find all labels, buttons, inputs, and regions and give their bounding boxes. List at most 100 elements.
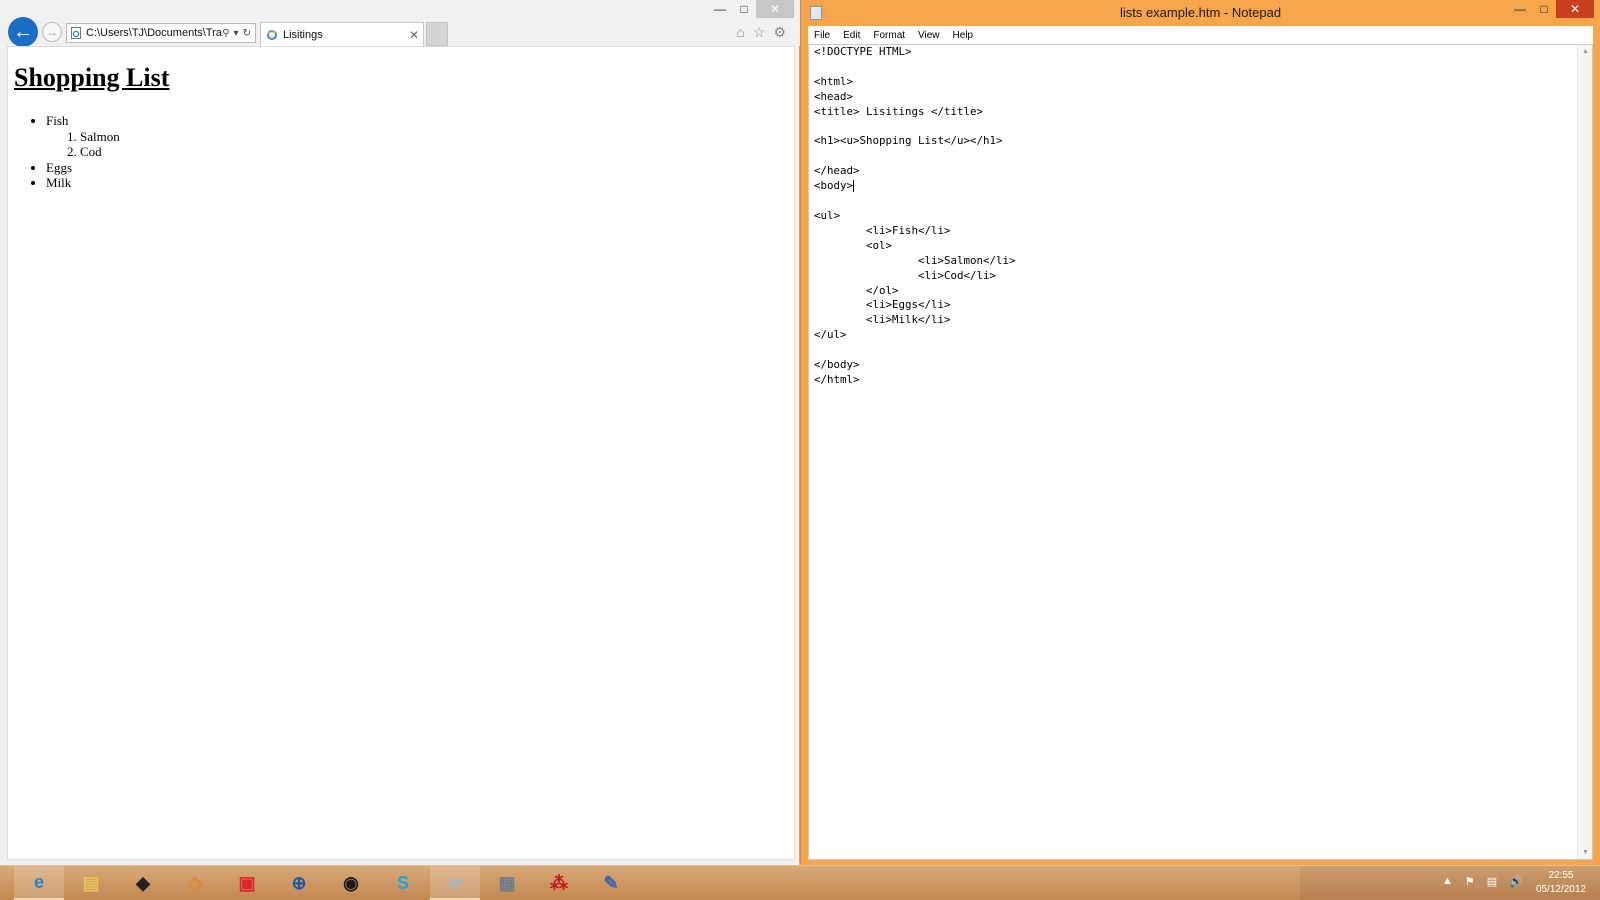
menu-help[interactable]: Help	[947, 30, 981, 41]
close-button[interactable]: ✕	[756, 0, 794, 18]
tab-lisitings[interactable]: Lisitings ✕	[260, 22, 424, 46]
home-icon[interactable]: ⌂	[736, 24, 744, 41]
refresh-icon[interactable]: ↻	[243, 28, 251, 39]
list-item: Milk	[46, 175, 120, 191]
unity-icon: ◆	[136, 872, 150, 893]
code-line: </ul>	[814, 328, 847, 342]
notepad-text-area[interactable]: <!DOCTYPE HTML> <html> <head> <title> Li…	[808, 44, 1593, 860]
code-line: </body>	[814, 358, 860, 372]
taskbar-app-button[interactable]: ▱	[430, 866, 480, 900]
gear-icon[interactable]: ⚙	[773, 24, 786, 41]
network-app-icon: ⊕	[291, 872, 307, 893]
system-tray: ▲ ⚑ ▤ 🔊 22:55 05/12/2012	[1300, 866, 1600, 900]
clock[interactable]: 22:55 05/12/2012	[1536, 869, 1586, 897]
forward-arrow-icon: →	[46, 25, 58, 39]
address-bar[interactable]: C:\Users\TJ\Documents\Tra ⚲ ▾ ↻	[66, 23, 256, 43]
taskbar-app-button[interactable]: ▤	[66, 866, 116, 900]
notepad-window: lists example.htm - Notepad — □ ✕ File E…	[801, 0, 1600, 865]
close-tab-icon[interactable]: ✕	[405, 28, 423, 42]
tray-icons: ▲ ⚑ ▤ 🔊	[1442, 875, 1523, 888]
menu-file[interactable]: File	[808, 30, 837, 41]
browser-window: ← → C:\Users\TJ\Documents\Tra ⚲ ▾ ↻ Lisi…	[0, 0, 800, 865]
notepad-menubar: File Edit Format View Help	[808, 26, 1593, 44]
paint-icon: ✎	[603, 872, 619, 893]
search-icon[interactable]: ⚲	[222, 28, 229, 39]
tab-label: Lisitings	[283, 28, 323, 41]
taskbar-apps: e ▤ ◆ ◇ ▣ ⊕ ◉ S ▱ ▦ ⁂ ✎	[14, 866, 638, 900]
notepad-source-text[interactable]: <!DOCTYPE HTML> <html> <head> <title> Li…	[814, 45, 1016, 388]
notepad-window-controls: — □ ✕	[1508, 0, 1594, 18]
taskbar-app-button[interactable]: ⊕	[274, 866, 324, 900]
browser-toolbar: ← → C:\Users\TJ\Documents\Tra ⚲ ▾ ↻ Lisi…	[0, 0, 800, 47]
code-line: <head>	[814, 89, 854, 103]
browser-tools: ⌂ ☆ ⚙	[736, 24, 786, 41]
shopping-list: Fish Salmon Cod Eggs Milk	[14, 113, 120, 191]
internet-explorer-icon: e	[33, 871, 44, 892]
code-line: <li>Eggs</li>	[814, 298, 951, 312]
maximize-button[interactable]: □	[1532, 0, 1556, 18]
nested-ordered-list: Salmon Cod	[46, 129, 120, 160]
minimize-button[interactable]: —	[1508, 0, 1532, 18]
taskbar-app-button[interactable]: ⁂	[534, 866, 584, 900]
code-line: <li>Fish</li>	[814, 223, 951, 237]
menu-view[interactable]: View	[912, 30, 947, 41]
calculator-icon: ▦	[498, 872, 516, 893]
browser-page-content: Shopping List Fish Salmon Cod Eggs Milk	[7, 46, 795, 860]
code-line: </head>	[814, 164, 860, 178]
clock-date: 05/12/2012	[1535, 884, 1586, 895]
scroll-down-icon[interactable]: ▼	[1578, 849, 1593, 856]
back-button[interactable]: ←	[8, 17, 38, 47]
list-item: Eggs	[46, 160, 120, 176]
list-item: Salmon	[80, 129, 120, 145]
favorites-star-icon[interactable]: ☆	[753, 24, 766, 41]
file-explorer-icon: ▤	[82, 872, 100, 893]
notepad-title: lists example.htm - Notepad	[1119, 5, 1282, 20]
adobe-reader-icon: ⁂	[550, 872, 568, 893]
blender-like-icon: ◇	[188, 872, 202, 893]
taskbar-app-button[interactable]: ◇	[170, 866, 220, 900]
scroll-up-icon[interactable]: ▲	[1578, 48, 1593, 55]
code-line: <html>	[814, 74, 854, 88]
taskbar-app-button[interactable]: ◆	[118, 866, 168, 900]
dropdown-icon[interactable]: ▾	[234, 28, 239, 39]
code-line: <li>Milk</li>	[814, 313, 951, 327]
taskbar-app-button[interactable]: e	[14, 866, 64, 900]
code-line: <body>	[814, 179, 854, 193]
sketchup-icon: ▣	[238, 872, 256, 893]
text-caret	[853, 180, 855, 193]
show-hidden-icons-icon[interactable]: ▲	[1442, 875, 1453, 888]
code-line: <!DOCTYPE HTML>	[814, 45, 912, 58]
notepad-titlebar[interactable]: lists example.htm - Notepad — □ ✕	[801, 0, 1600, 26]
clock-time: 22:55	[1548, 870, 1574, 881]
ie-page-icon	[266, 29, 278, 40]
notepad-icon: ▱	[448, 871, 462, 892]
volume-icon[interactable]: 🔊	[1509, 875, 1523, 888]
minimize-button[interactable]: —	[708, 0, 732, 18]
list-item: Cod	[80, 144, 120, 160]
network-icon[interactable]: ▤	[1487, 875, 1497, 888]
vertical-scrollbar[interactable]: ▲ ▼	[1577, 45, 1592, 859]
taskbar-app-button[interactable]: ✎	[586, 866, 636, 900]
close-button[interactable]: ✕	[1556, 0, 1594, 18]
list-item: Fish	[46, 113, 120, 129]
taskbar-app-button[interactable]: ▦	[482, 866, 532, 900]
taskbar-app-button[interactable]: ▣	[222, 866, 272, 900]
taskbar-app-button[interactable]: S	[378, 866, 428, 900]
back-arrow-icon: ←	[13, 20, 33, 43]
menu-edit[interactable]: Edit	[837, 30, 867, 41]
maximize-button[interactable]: □	[732, 0, 756, 18]
forward-button[interactable]: →	[42, 22, 62, 42]
page-heading: Shopping List	[14, 63, 170, 92]
taskbar: e ▤ ◆ ◇ ▣ ⊕ ◉ S ▱ ▦ ⁂ ✎ ▲ ⚑ ▤ 🔊 22:55 05/12/2012	[0, 865, 1600, 900]
code-line: </html>	[814, 372, 860, 386]
flag-icon[interactable]: ⚑	[1465, 875, 1475, 888]
steam-icon: ◉	[343, 872, 359, 893]
code-line: <ul>	[814, 208, 841, 222]
address-text: C:\Users\TJ\Documents\Tra	[86, 27, 222, 39]
new-tab-button[interactable]	[426, 22, 448, 46]
menu-format[interactable]: Format	[867, 30, 912, 41]
code-line: <title> Lisitings </title>	[814, 104, 984, 118]
taskbar-app-button[interactable]: ◉	[326, 866, 376, 900]
page-icon	[71, 27, 81, 39]
skype-icon: S	[396, 872, 409, 893]
